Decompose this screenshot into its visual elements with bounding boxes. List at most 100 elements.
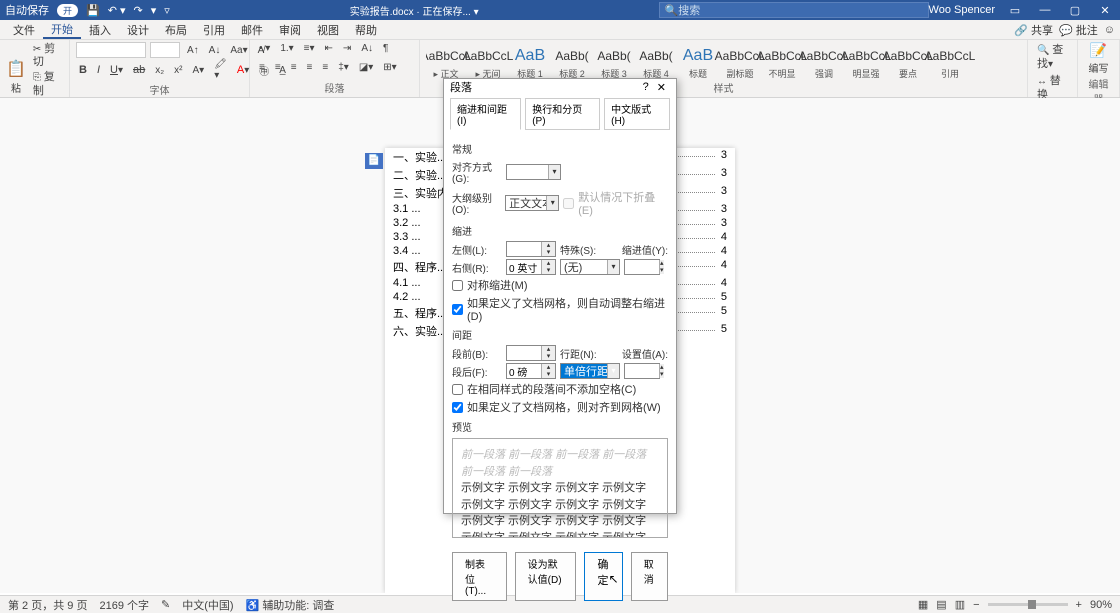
copy-button[interactable]: ⎘ 复制: [30, 70, 63, 98]
style-item-4[interactable]: AaBb(标题 3: [594, 42, 634, 80]
tab-home[interactable]: 开始: [43, 21, 81, 39]
zoom-in-icon[interactable]: +: [1076, 599, 1082, 611]
justify-icon[interactable]: ≡: [304, 61, 316, 74]
align-combo[interactable]: ▾: [506, 164, 561, 180]
word-count[interactable]: 2169 个字: [99, 597, 149, 613]
show-marks-icon[interactable]: ¶: [380, 42, 391, 55]
font-name-combo[interactable]: [76, 42, 146, 58]
dialog-tab-asian[interactable]: 中文版式(H): [604, 98, 670, 130]
style-item-6[interactable]: AaB标题: [678, 42, 718, 80]
ribbon-display-icon[interactable]: ▭: [1005, 4, 1025, 17]
right-indent-spin[interactable]: ▴▾: [506, 259, 556, 275]
qat-more-icon[interactable]: ▾: [151, 4, 157, 17]
tab-view[interactable]: 视图: [309, 22, 347, 38]
style-item-2[interactable]: AaB标题 1: [510, 42, 550, 80]
style-item-7[interactable]: AaBbCcL副标题: [720, 42, 760, 80]
highlight-icon[interactable]: 🖍▾: [211, 58, 230, 82]
zoom-slider[interactable]: [988, 603, 1068, 606]
font-size-combo[interactable]: [150, 42, 180, 58]
shrink-font-icon[interactable]: A↓: [206, 44, 224, 57]
tab-layout[interactable]: 布局: [157, 22, 195, 38]
tabs-button[interactable]: 制表位(T)...: [452, 552, 507, 601]
style-item-1[interactable]: AaBbCcL▸ 无间隔: [468, 42, 508, 80]
outline-combo[interactable]: 正文文本▾: [505, 195, 559, 211]
default-button[interactable]: 设为默认值(D): [515, 552, 577, 601]
multilevel-icon[interactable]: ≡▾: [301, 42, 318, 55]
zoom-level[interactable]: 90%: [1090, 599, 1112, 611]
superscript-button[interactable]: x²: [171, 64, 185, 77]
dialog-tab-pagination[interactable]: 换行和分页(P): [525, 98, 600, 130]
editor-icon[interactable]: 📝: [1084, 42, 1113, 59]
ok-button[interactable]: 确定↖: [584, 552, 622, 601]
redo-icon[interactable]: ↷: [134, 4, 143, 17]
language-status[interactable]: 中文(中国): [182, 597, 233, 613]
view-web-icon[interactable]: ▥: [955, 598, 965, 611]
tab-review[interactable]: 审阅: [271, 22, 309, 38]
shading-icon[interactable]: ◪▾: [356, 61, 376, 74]
collapse-checkbox[interactable]: [563, 198, 574, 209]
strike-button[interactable]: ab: [130, 63, 148, 77]
align-center-icon[interactable]: ≡: [272, 61, 284, 74]
after-spin[interactable]: ▴▾: [506, 363, 556, 379]
distribute-icon[interactable]: ≡: [319, 61, 331, 74]
style-item-12[interactable]: AaBbCcL引用: [930, 42, 970, 80]
align-right-icon[interactable]: ≡: [288, 61, 300, 74]
line-spacing-icon[interactable]: ‡▾: [335, 61, 352, 74]
dialog-close-button[interactable]: ✕: [653, 81, 670, 94]
italic-button[interactable]: I: [94, 63, 103, 77]
spellcheck-icon[interactable]: ✎: [161, 598, 170, 611]
comments-button[interactable]: 💬 批注: [1059, 22, 1098, 38]
minimize-button[interactable]: —: [1035, 4, 1055, 16]
view-print-icon[interactable]: ▤: [936, 598, 946, 611]
text-effects-icon[interactable]: A▾: [189, 64, 207, 77]
bold-button[interactable]: B: [76, 63, 90, 77]
maximize-button[interactable]: ▢: [1065, 4, 1085, 17]
zoom-out-icon[interactable]: −: [973, 599, 979, 611]
style-item-3[interactable]: AaBb(标题 2: [552, 42, 592, 80]
find-button[interactable]: 🔍 查找▾: [1034, 42, 1071, 73]
editor-button[interactable]: 编写: [1084, 59, 1113, 76]
cancel-button[interactable]: 取消: [631, 552, 668, 601]
change-case-icon[interactable]: Aa▾: [227, 44, 250, 57]
underline-button[interactable]: U▾: [107, 63, 126, 77]
view-readmode-icon[interactable]: ▦: [918, 598, 928, 611]
decrease-indent-icon[interactable]: ⇤: [322, 42, 336, 55]
subscript-button[interactable]: x₂: [152, 64, 167, 77]
nosame-checkbox[interactable]: [452, 384, 463, 395]
before-spin[interactable]: ▴▾: [506, 345, 556, 361]
paste-icon[interactable]: 📋: [6, 59, 26, 79]
style-item-9[interactable]: AaBbCcL强调: [804, 42, 844, 80]
align-left-icon[interactable]: ≡: [256, 61, 268, 74]
line-spacing-combo[interactable]: 单倍行距▾: [560, 363, 620, 379]
tab-mailings[interactable]: 邮件: [233, 22, 271, 38]
cut-button[interactable]: ✂ 剪切: [30, 42, 63, 70]
style-item-10[interactable]: AaBbCcL明显强调: [846, 42, 886, 80]
dialog-help-button[interactable]: ?: [639, 81, 653, 93]
grow-font-icon[interactable]: A↑: [184, 44, 202, 57]
numbering-icon[interactable]: 1.▾: [277, 42, 296, 55]
search-box[interactable]: 🔍 搜索: [659, 2, 929, 18]
borders-icon[interactable]: ⊞▾: [380, 61, 399, 74]
style-item-0[interactable]: AaBbCcL▸ 正文: [426, 42, 466, 80]
close-button[interactable]: ✕: [1095, 4, 1115, 17]
tab-insert[interactable]: 插入: [81, 22, 119, 38]
dialog-tab-indent[interactable]: 缩进和间距(I): [450, 98, 521, 130]
bullets-icon[interactable]: • ▾: [256, 42, 273, 55]
special-combo[interactable]: (无)▾: [560, 259, 620, 275]
smile-icon[interactable]: ☺: [1104, 24, 1115, 36]
sort-icon[interactable]: A↓: [358, 42, 376, 55]
snap-checkbox[interactable]: [452, 402, 463, 413]
style-item-8[interactable]: AaBbCcL不明显强调: [762, 42, 802, 80]
share-button[interactable]: 🔗 共享: [1014, 22, 1053, 38]
at-spin[interactable]: ▴▾: [624, 363, 660, 379]
tab-design[interactable]: 设计: [119, 22, 157, 38]
tab-file[interactable]: 文件: [5, 22, 43, 38]
save-icon[interactable]: 💾: [86, 4, 100, 17]
page-status[interactable]: 第 2 页，共 9 页: [8, 597, 87, 613]
left-indent-spin[interactable]: ▴▾: [506, 241, 556, 257]
auto-indent-checkbox[interactable]: [452, 304, 463, 315]
increase-indent-icon[interactable]: ⇥: [340, 42, 354, 55]
style-item-5[interactable]: AaBb(标题 4: [636, 42, 676, 80]
autosave-toggle[interactable]: 开: [57, 4, 78, 17]
style-item-11[interactable]: AaBbCcL要点: [888, 42, 928, 80]
